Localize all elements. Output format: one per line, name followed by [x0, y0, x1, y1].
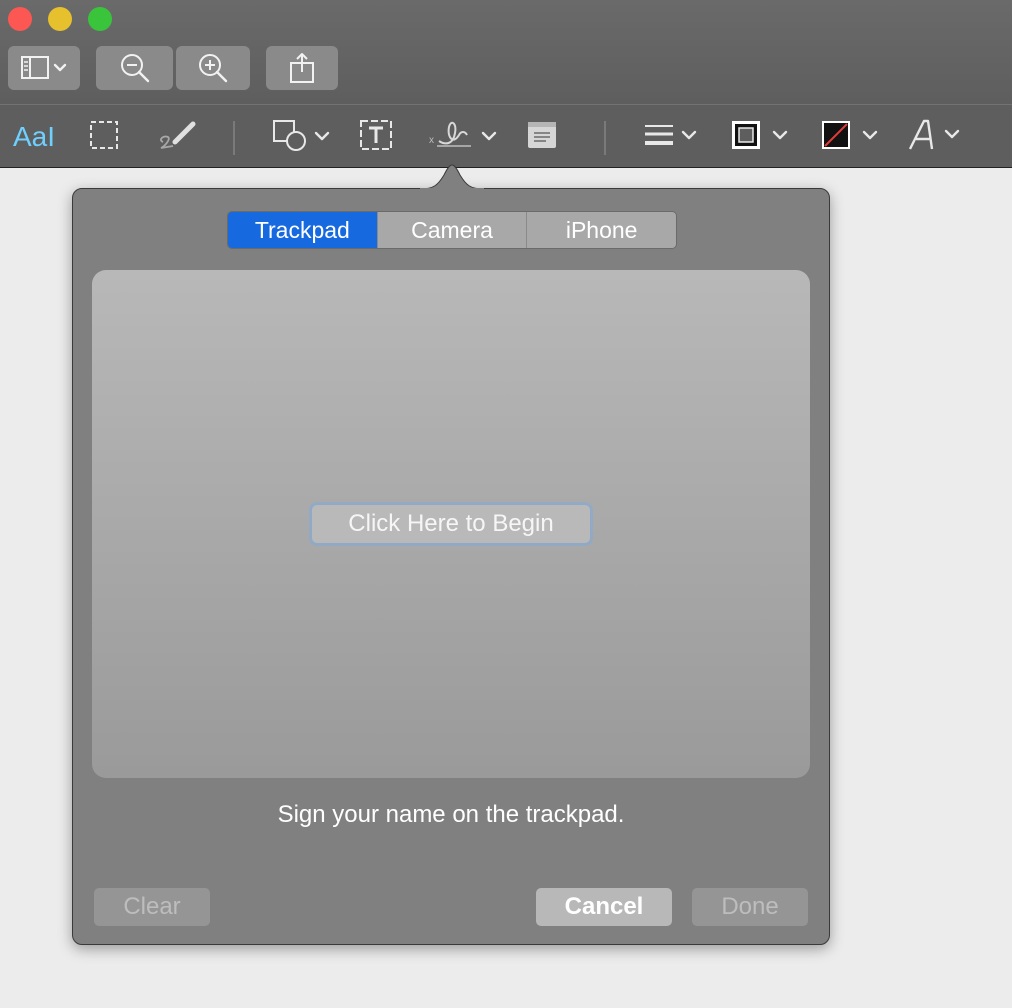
click-here-to-begin-button[interactable]: Click Here to Begin: [311, 504, 591, 544]
text-selection-tool[interactable]: AaI: [6, 105, 62, 169]
tab-trackpad[interactable]: Trackpad: [228, 212, 377, 248]
rectangular-selection-icon: [88, 119, 120, 156]
tab-iphone[interactable]: iPhone: [526, 212, 676, 248]
minimize-window-button[interactable]: [48, 7, 72, 31]
zoom-window-button[interactable]: [88, 7, 112, 31]
text-selection-label: AaI: [12, 121, 56, 152]
sketch-tool[interactable]: [152, 105, 202, 169]
shapes-icon: [268, 117, 334, 158]
text-style-tool[interactable]: [902, 105, 972, 169]
sidebar-view-button[interactable]: [8, 46, 80, 90]
zoom-in-button[interactable]: [176, 46, 250, 90]
line-style-icon: [639, 118, 701, 157]
text-style-icon: [904, 115, 970, 160]
fill-color-icon: [816, 118, 882, 157]
signature-popover: Trackpad Camera iPhone Click Here to Beg…: [72, 188, 830, 945]
toolbar-separator: [233, 121, 235, 155]
zoom-in-icon: [196, 51, 230, 85]
preview-window: AaI x Trackpad Camera iPhone Click Here …: [0, 0, 1012, 1008]
sketch-icon: [155, 118, 199, 157]
sign-tool[interactable]: x: [424, 105, 504, 169]
markup-toolbar: AaI x: [0, 104, 1012, 168]
zoom-out-button[interactable]: [96, 46, 173, 90]
toolbar-separator: [604, 121, 606, 155]
signature-icon: x: [425, 115, 503, 160]
signature-pad[interactable]: Click Here to Begin: [92, 270, 810, 778]
rectangular-selection-tool[interactable]: [84, 105, 124, 169]
share-icon: [287, 51, 317, 85]
popover-arrow: [420, 164, 484, 191]
shapes-tool[interactable]: [266, 105, 336, 169]
border-color-tool[interactable]: [724, 105, 794, 169]
signature-instruction: Sign your name on the trackpad.: [277, 801, 625, 828]
svg-text:x: x: [429, 135, 434, 146]
zoom-out-icon: [118, 51, 152, 85]
text-box-tool[interactable]: [356, 105, 396, 169]
done-button[interactable]: Done: [692, 888, 808, 926]
clear-button[interactable]: Clear: [94, 888, 210, 926]
cancel-button[interactable]: Cancel: [536, 888, 672, 926]
note-icon: [526, 119, 558, 156]
fill-color-tool[interactable]: [814, 105, 884, 169]
text-box-icon: [358, 118, 394, 157]
close-window-button[interactable]: [8, 7, 32, 31]
share-button[interactable]: [266, 46, 338, 90]
signature-source-tabs: Trackpad Camera iPhone: [227, 211, 677, 249]
border-color-icon: [726, 118, 792, 157]
sidebar-icon: [19, 53, 69, 83]
tab-camera[interactable]: Camera: [376, 212, 527, 248]
line-style-tool[interactable]: [638, 105, 702, 169]
note-tool[interactable]: [524, 105, 560, 169]
title-toolbar: [0, 0, 1012, 104]
